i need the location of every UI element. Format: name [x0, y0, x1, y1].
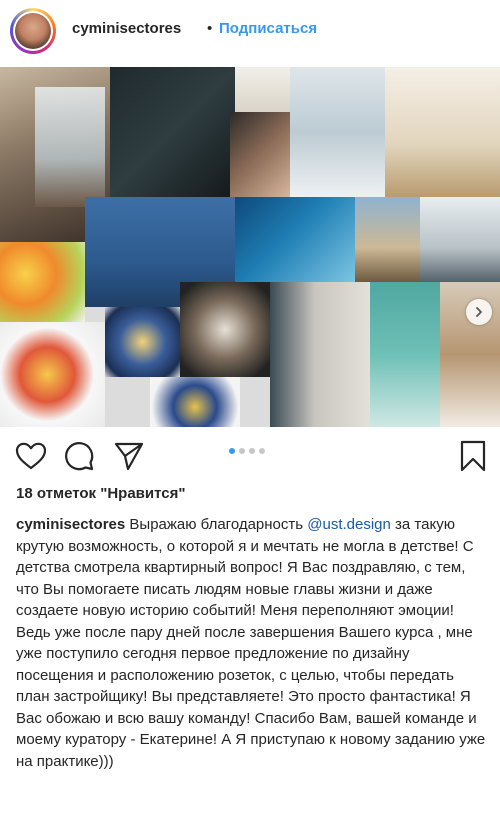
- carousel-dot: [239, 448, 245, 454]
- caption-text-rest: за такую крутую возможность, о которой я…: [16, 516, 486, 770]
- post-caption: cyminisectores Выражаю благодарность @us…: [16, 514, 486, 772]
- collage-loft-bedroom: [420, 197, 500, 282]
- post-username[interactable]: cyminisectores: [72, 20, 181, 37]
- caption-text-start: Выражаю благодарность: [125, 516, 308, 533]
- collage-dark-wall-art: [110, 67, 235, 197]
- collage-bedroom-sunburst: [385, 67, 500, 197]
- collage-bedroom-blue: [290, 67, 385, 197]
- post-image-carousel[interactable]: [0, 67, 500, 427]
- separator-dot: •: [207, 20, 213, 37]
- avatar-image: [15, 13, 51, 49]
- bookmark-icon[interactable]: [460, 440, 486, 472]
- avatar[interactable]: [10, 8, 56, 54]
- collage-teal-bathroom: [370, 282, 440, 427]
- caption-mention-link[interactable]: @ust.design: [307, 516, 391, 533]
- collage-dogs-portrait: [180, 282, 270, 377]
- post-header: cyminisectores • Подписаться: [0, 0, 500, 62]
- carousel-dot: [229, 448, 235, 454]
- collage-balloon-mug: [0, 322, 105, 427]
- heart-icon[interactable]: [15, 442, 47, 470]
- collage-cabin-window: [35, 87, 105, 207]
- collage-starry-cup: [150, 377, 240, 427]
- send-icon[interactable]: [114, 441, 144, 471]
- collage-citrus: [0, 242, 85, 322]
- follow-button[interactable]: Подписаться: [219, 20, 317, 37]
- chevron-right-icon: [476, 307, 482, 317]
- collage-ocean-tv: [235, 197, 355, 282]
- caption-username[interactable]: cyminisectores: [16, 516, 125, 533]
- collage-city-view: [355, 197, 420, 282]
- comment-icon[interactable]: [64, 441, 94, 471]
- collage-sketch: [235, 67, 290, 112]
- carousel-next-button[interactable]: [466, 299, 492, 325]
- collage-couple-photo: [230, 112, 290, 197]
- collage-painted-plate: [105, 307, 180, 377]
- likes-count[interactable]: 18 отметок "Нравится": [16, 485, 185, 502]
- carousel-dot: [249, 448, 255, 454]
- collage-kitchen: [270, 282, 370, 427]
- carousel-dot: [259, 448, 265, 454]
